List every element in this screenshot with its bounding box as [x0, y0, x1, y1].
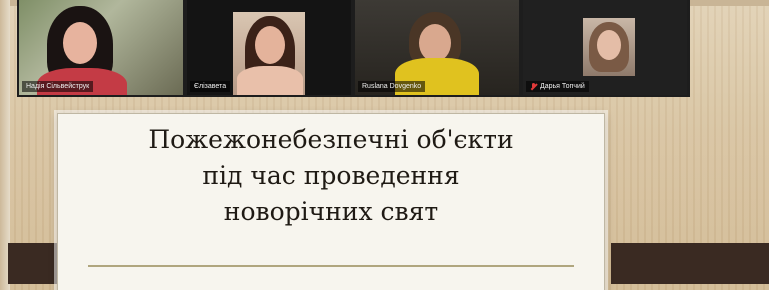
video-tile-participant-3-active-speaker[interactable]: Ruslana Dovgenko [355, 0, 519, 95]
participant-name: Дарья Топчий [540, 83, 585, 90]
participant-name: Єлізавета [194, 83, 227, 90]
participant-video-face [63, 22, 97, 64]
participant-name: Надія Сільвейструк [26, 83, 90, 90]
participant-name-label: Дарья Топчий [526, 81, 589, 92]
participant-video-body [237, 66, 303, 95]
participant-name-label: Ruslana Dovgenko [358, 81, 426, 92]
participant-video-face [255, 26, 285, 64]
slide-divider-line [88, 265, 574, 267]
video-tile-participant-4[interactable]: Дарья Топчий [523, 0, 687, 95]
participant-video-face [419, 24, 451, 62]
presentation-slide: Пожежонебезпечні об'єкти під час проведе… [57, 113, 605, 290]
video-tile-participant-1[interactable]: Надія Сільвейструк [19, 0, 183, 95]
slide-title-line-3: новорічних свят [223, 197, 439, 226]
video-tile-participant-2[interactable]: Єлізавета [187, 0, 351, 95]
slide-title-line-2: під час проведення [202, 161, 460, 190]
screen-share-view: Надія Сільвейструк Єлізавета Ruslana Dov… [0, 0, 769, 290]
participant-name-label: Надія Сільвейструк [22, 81, 94, 92]
participant-name-label: Єлізавета [190, 81, 231, 92]
slide-decor-bar-right [611, 243, 769, 284]
slide-title: Пожежонебезпечні об'єкти під час проведе… [58, 122, 604, 230]
video-participant-strip: Надія Сільвейструк Єлізавета Ruslana Dov… [17, 0, 690, 97]
participant-video-face [597, 30, 621, 60]
microphone-muted-icon [530, 82, 537, 91]
participant-name: Ruslana Dovgenko [362, 83, 422, 90]
slide-title-line-1: Пожежонебезпечні об'єкти [148, 125, 514, 154]
